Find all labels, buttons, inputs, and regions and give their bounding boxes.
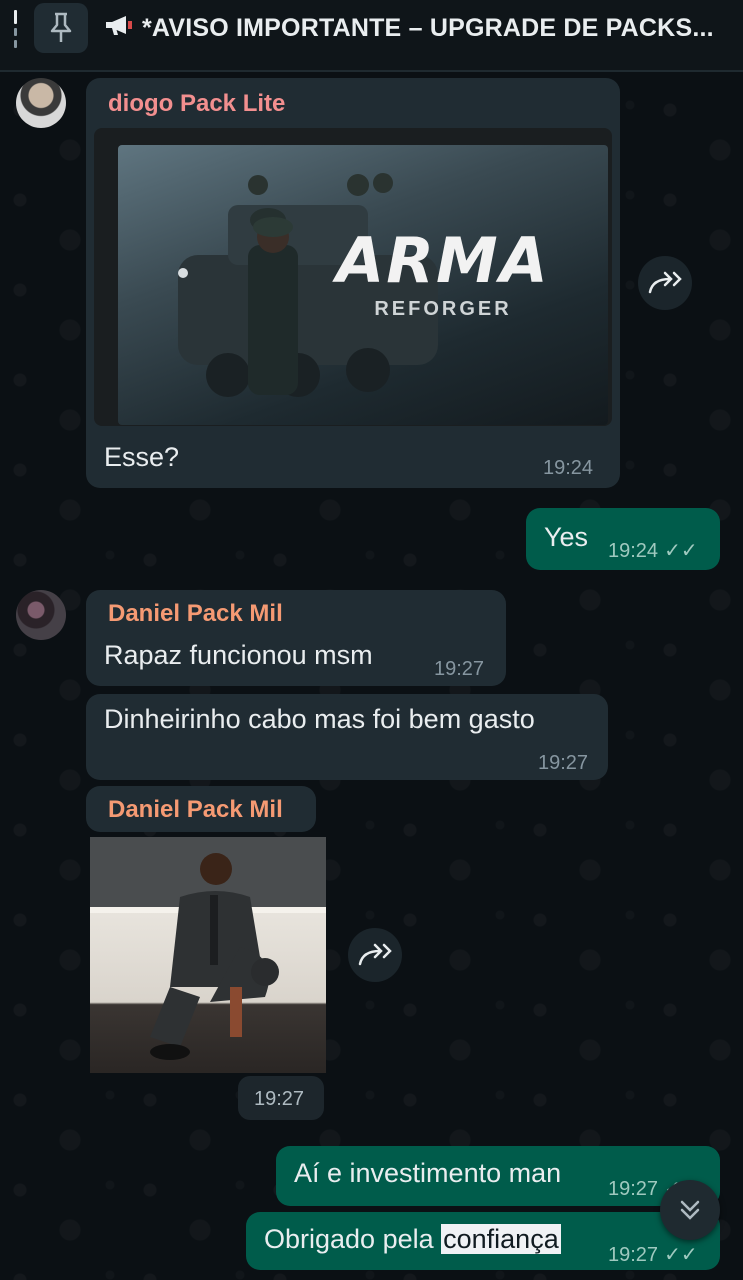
double-chevron-down-icon	[680, 1200, 700, 1220]
message-time: 19:27	[434, 658, 485, 680]
megaphone-icon	[104, 14, 134, 43]
message-bubble[interactable]: Daniel Pack Mil Rapaz funcionou msm 19:2…	[86, 590, 506, 686]
message-text: Aí e investimento man	[294, 1158, 562, 1188]
scroll-to-bottom-button[interactable]	[660, 1180, 720, 1240]
sender-name[interactable]: diogo Pack Lite	[108, 90, 285, 118]
message-bubble[interactable]: Dinheirinho cabo mas foi bem gasto 19:27	[86, 694, 608, 780]
pinned-text: *AVISO IMPORTANTE – UPGRADE DE PACKS...	[142, 14, 714, 42]
forward-icon	[358, 943, 392, 966]
sender-name[interactable]: Daniel Pack Mil	[108, 600, 283, 628]
time-pill: 19:27	[238, 1076, 324, 1120]
message-bubble-outgoing[interactable]: Aí e investimento man 19:27✓✓	[276, 1146, 720, 1206]
read-ticks-icon: ✓✓	[664, 1244, 698, 1266]
read-ticks-icon: ✓✓	[664, 540, 698, 562]
arma-logo: ARMA REFORGER	[336, 224, 550, 321]
shared-image-photo[interactable]	[90, 837, 326, 1073]
message-bubble-outgoing[interactable]: Yes 19:24 ✓✓	[526, 508, 720, 570]
message-text: Esse?	[104, 442, 180, 472]
avatar[interactable]	[16, 590, 66, 640]
pin-button[interactable]	[34, 3, 88, 53]
sender-name[interactable]: Daniel Pack Mil	[108, 796, 283, 824]
message-text: Dinheirinho cabo mas foi bem gasto	[104, 704, 535, 734]
pinned-message-bar[interactable]: *AVISO IMPORTANTE – UPGRADE DE PACKS...	[0, 0, 743, 72]
message-time: 19:24 ✓✓	[608, 540, 698, 562]
message-bubble-outgoing[interactable]: Obrigado pela confiança 19:27 ✓✓	[246, 1212, 720, 1270]
message-text: Rapaz funcionou msm	[104, 640, 373, 670]
shared-image-arma[interactable]: ARMA REFORGER	[118, 145, 608, 425]
forward-button[interactable]	[348, 928, 402, 982]
message-time: 19:27✓✓	[608, 1244, 698, 1266]
forward-icon	[648, 271, 682, 294]
message-time: 19:27	[538, 752, 589, 774]
pinned-indicator	[14, 10, 17, 50]
message-time: 19:27	[254, 1088, 305, 1110]
forward-button[interactable]	[638, 256, 692, 310]
message-text: Yes	[544, 522, 589, 552]
pinned-message-text[interactable]: *AVISO IMPORTANTE – UPGRADE DE PACKS...	[104, 14, 734, 43]
avatar[interactable]	[16, 78, 66, 128]
selected-text[interactable]: confiança	[441, 1224, 561, 1254]
sender-label-bubble[interactable]: Daniel Pack Mil	[86, 786, 316, 832]
message-text: Obrigado pela confiança	[264, 1224, 561, 1254]
message-time: 19:24	[543, 457, 594, 479]
pin-icon	[50, 12, 72, 42]
